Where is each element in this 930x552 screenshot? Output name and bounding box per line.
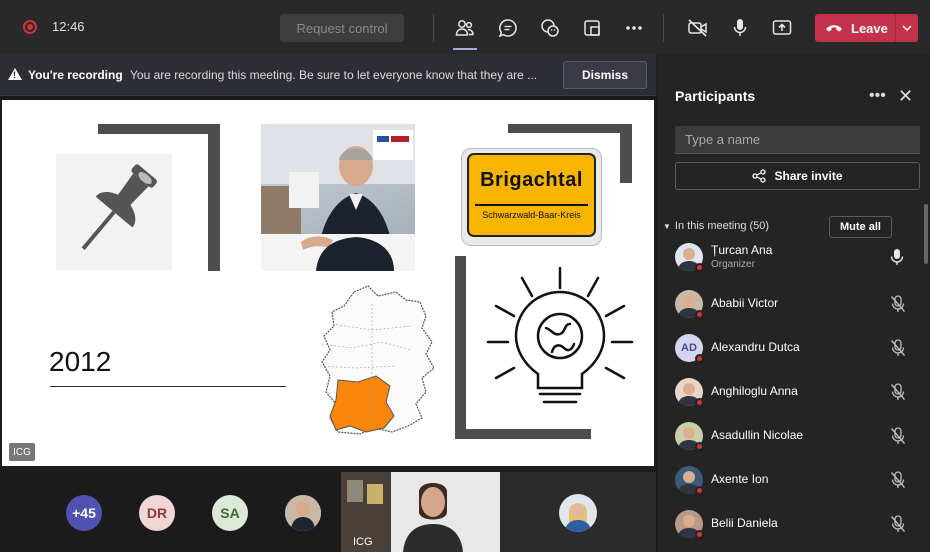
participant-row[interactable]: AD Alexandru Dutca <box>658 328 924 368</box>
recording-banner: ! You're recording You are recording thi… <box>0 54 656 96</box>
participants-panel: Participants ••• ✕ Share invite ▼In this… <box>658 54 930 552</box>
chevron-down-icon[interactable] <box>896 22 918 34</box>
presenter-label: ICG <box>9 443 35 461</box>
pushpin-icon <box>56 154 172 270</box>
people-icon[interactable] <box>450 14 480 50</box>
participant-name: Țurcan Ana <box>711 243 773 257</box>
share-invite-label: Share invite <box>774 169 843 183</box>
town-sign-title: Brigachtal <box>480 169 583 191</box>
phone-hangup-icon <box>826 25 842 32</box>
participant-role: Organizer <box>711 259 755 270</box>
participant-row[interactable]: Axente Ion <box>658 460 924 500</box>
avatar[interactable]: DR <box>139 495 175 531</box>
request-control-button[interactable]: Request control <box>280 14 404 42</box>
leave-button[interactable]: Leave <box>815 14 918 42</box>
recording-status-dot <box>695 398 704 407</box>
germany-map-image <box>302 284 442 454</box>
speaker-photo <box>261 124 415 271</box>
recording-status-dot <box>695 310 704 319</box>
shared-presentation-slide: Brigachtal Schwarzwald-Baar-Kreis 2012 <box>2 100 654 466</box>
participant-row[interactable]: Anghiloglu Anna <box>658 372 924 412</box>
slide-year: 2012 <box>49 346 112 377</box>
recording-status-dot <box>695 442 704 451</box>
mic-off-icon[interactable] <box>890 383 906 401</box>
lightbulb-globe-icon <box>480 262 640 412</box>
participant-name: Anghiloglu Anna <box>711 384 798 398</box>
participant-row[interactable]: Țurcan Ana Organizer <box>658 237 924 277</box>
banner-title: You're recording <box>28 68 123 82</box>
toolbar-divider <box>433 14 434 42</box>
meeting-toolbar: 12:46 Request control Leave <box>0 0 930 54</box>
town-sign-subtitle: Schwarzwald-Baar-Kreis <box>482 210 581 220</box>
participant-name: Axente Ion <box>711 472 769 486</box>
year-underline <box>50 386 286 387</box>
chevron-down-icon: ▼ <box>663 222 671 231</box>
mic-icon[interactable] <box>725 14 755 42</box>
recording-status-dot <box>695 486 704 495</box>
mic-off-icon[interactable] <box>890 339 906 357</box>
share-icon <box>752 169 767 183</box>
recording-status-dot <box>695 530 704 539</box>
mic-off-icon[interactable] <box>890 295 906 313</box>
in-meeting-label: In this meeting (50) <box>674 220 770 232</box>
mute-all-button[interactable]: Mute all <box>829 216 892 238</box>
participant-name: Asadullin Nicolae <box>711 428 804 442</box>
leave-main-button[interactable]: Leave <box>815 14 895 42</box>
banner-message: You are recording this meeting. Be sure … <box>130 68 538 82</box>
participant-name: Alexandru Dutca <box>711 340 800 354</box>
participant-search-input[interactable] <box>675 126 920 154</box>
camera-off-icon[interactable] <box>683 14 713 42</box>
teams-meeting-window: 12:46 Request control Leave ! You're rec… <box>0 0 930 552</box>
mic-icon[interactable] <box>890 248 906 266</box>
town-sign-image: Brigachtal Schwarzwald-Baar-Kreis <box>461 148 602 246</box>
more-options-icon[interactable]: ••• <box>869 87 886 105</box>
avatar[interactable] <box>559 494 597 532</box>
meeting-timer: 12:46 <box>52 19 85 34</box>
share-tray-icon[interactable] <box>767 14 797 42</box>
participant-row[interactable]: Ababii Victor <box>658 284 924 324</box>
avatar[interactable] <box>285 495 321 531</box>
mic-off-icon[interactable] <box>890 427 906 445</box>
reactions-icon[interactable] <box>535 14 565 42</box>
mic-off-icon[interactable] <box>890 515 906 533</box>
avatar[interactable]: SA <box>212 495 248 531</box>
more-participants-button[interactable]: +45 <box>66 495 102 531</box>
recording-status-dot <box>695 354 704 363</box>
leave-label: Leave <box>851 20 888 36</box>
video-tile-label: ICG <box>353 536 373 548</box>
chat-icon[interactable] <box>493 14 523 42</box>
rooms-icon[interactable] <box>577 14 607 42</box>
share-invite-button[interactable]: Share invite <box>675 162 920 190</box>
dismiss-button[interactable]: Dismiss <box>563 61 647 89</box>
participant-row[interactable]: Asadullin Nicolae <box>658 416 924 456</box>
participant-name: Ababii Victor <box>711 296 779 310</box>
close-icon[interactable]: ✕ <box>898 86 913 107</box>
toolbar-divider <box>663 14 664 42</box>
participant-name: Belii Daniela <box>711 516 778 530</box>
panel-scrollbar[interactable] <box>924 204 928 264</box>
warning-icon: ! <box>8 68 22 80</box>
panel-title: Participants <box>675 88 756 104</box>
more-options-icon[interactable] <box>619 14 649 42</box>
recording-status-dot <box>695 263 704 272</box>
in-meeting-section-toggle[interactable]: ▼ In this meeting (50) <box>663 220 769 232</box>
recording-indicator-icon <box>23 20 37 34</box>
mic-off-icon[interactable] <box>890 471 906 489</box>
participant-row[interactable]: Belii Daniela <box>658 504 924 544</box>
